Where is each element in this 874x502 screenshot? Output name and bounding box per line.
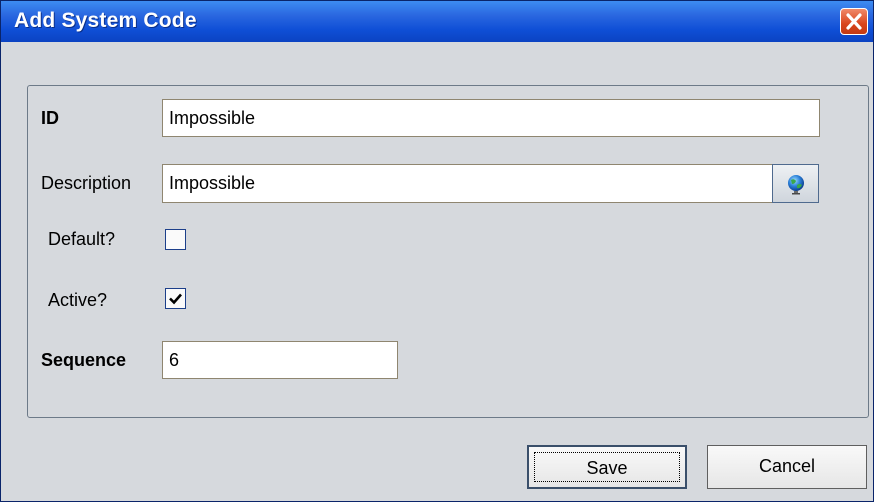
save-button-label: Save	[534, 452, 680, 482]
id-input[interactable]: Impossible	[162, 99, 820, 137]
sequence-input[interactable]: 6	[162, 341, 398, 379]
default-checkbox[interactable]	[165, 229, 186, 250]
default-label: Default?	[48, 229, 116, 249]
description-label: Description	[41, 173, 132, 193]
title-bar[interactable]: Add System Code	[1, 1, 873, 42]
close-icon	[846, 13, 862, 30]
dialog-window: Add System Code ID Impossible Descriptio…	[0, 0, 874, 502]
globe-icon	[788, 175, 804, 195]
cancel-button[interactable]: Cancel	[707, 445, 867, 489]
description-input[interactable]: Impossible	[162, 164, 774, 203]
sequence-label: Sequence	[41, 350, 127, 370]
active-checkbox[interactable]	[165, 288, 186, 309]
save-button[interactable]: Save	[527, 445, 687, 489]
checkmark-icon	[169, 293, 182, 305]
dialog-title: Add System Code	[14, 9, 197, 32]
id-label: ID	[41, 108, 59, 128]
translate-button[interactable]	[772, 164, 819, 203]
active-label: Active?	[48, 290, 108, 310]
close-button[interactable]	[840, 8, 868, 35]
